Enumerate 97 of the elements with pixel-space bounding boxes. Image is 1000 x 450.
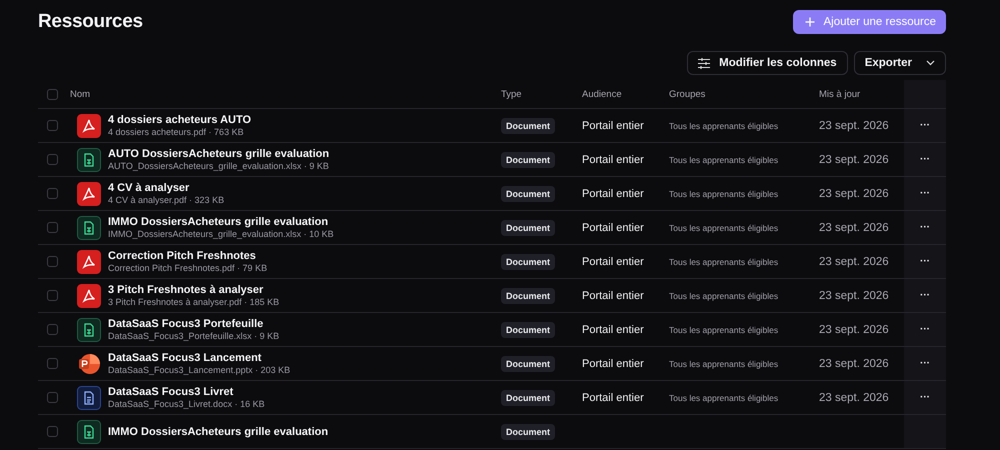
column-header: Nom <box>70 88 92 100</box>
row-checkbox[interactable] <box>47 120 58 131</box>
export-button[interactable]: Exporter <box>854 51 946 75</box>
file-details: Correction Pitch Freshnotes.pdf · 79 KB <box>108 263 268 273</box>
resource-title[interactable]: 4 CV à analyser <box>108 182 190 194</box>
row-checkbox[interactable] <box>47 154 58 165</box>
audience-text: Portail entier <box>582 290 645 302</box>
pdf-file-icon <box>77 284 101 308</box>
updated-date: 23 sept. 2026 <box>819 188 890 200</box>
file-details: 4 dossiers acheteurs.pdf · 763 KB <box>108 127 244 137</box>
column-header: Groupes <box>669 88 706 100</box>
groups-text: Tous les apprenants éligibles <box>669 256 780 266</box>
updated-date: 23 sept. 2026 <box>819 222 890 234</box>
audience-text: Portail entier <box>582 358 645 370</box>
resource-title[interactable]: IMMO DossiersAcheteurs grille evaluation <box>108 426 328 438</box>
more-actions-button[interactable]: ··· <box>918 392 932 403</box>
more-actions-button[interactable]: ··· <box>918 324 932 335</box>
type-tag: Document <box>501 186 556 202</box>
page-title: Ressources <box>38 11 143 33</box>
audience-text: Portail entier <box>582 188 645 200</box>
resource-title[interactable]: DataSaaS Focus3 Livret <box>108 386 234 398</box>
updated-date: 23 sept. 2026 <box>819 358 890 370</box>
updated-date: 23 sept. 2026 <box>819 120 890 132</box>
more-actions-button[interactable]: ··· <box>918 256 932 267</box>
audience-text: Portail entier <box>582 154 645 166</box>
resource-title[interactable]: AUTO DossiersAcheteurs grille evaluation <box>108 148 330 160</box>
edit-columns-button[interactable]: Modifier les colonnes <box>687 51 848 75</box>
presentation-file-icon <box>77 352 101 376</box>
file-details: 4 CV à analyser.pdf · 323 KB <box>108 195 224 205</box>
row-checkbox[interactable] <box>47 222 58 233</box>
column-header: Mis à jour <box>819 88 862 100</box>
pdf-file-icon <box>77 250 101 274</box>
groups-text: Tous les apprenants éligibles <box>669 222 780 232</box>
type-tag: Document <box>501 356 556 372</box>
pdf-file-icon <box>77 114 101 138</box>
resource-title[interactable]: IMMO DossiersAcheteurs grille evaluation <box>108 216 328 228</box>
updated-date: 23 sept. 2026 <box>819 256 890 268</box>
row-checkbox[interactable] <box>47 426 58 437</box>
more-actions-button[interactable]: ··· <box>918 120 932 131</box>
groups-text: Tous les apprenants éligibles <box>669 154 780 164</box>
type-tag: Document <box>501 152 556 168</box>
type-tag: Document <box>501 390 556 406</box>
resource-title[interactable]: DataSaaS Focus3 Lancement <box>108 352 262 364</box>
resource-title[interactable]: 3 Pitch Freshnotes à analyser <box>108 284 264 296</box>
more-actions-button[interactable]: ··· <box>918 290 932 301</box>
row-checkbox[interactable] <box>47 392 58 403</box>
resource-title[interactable]: DataSaaS Focus3 Portefeuille <box>108 318 264 330</box>
type-tag: Document <box>501 220 556 236</box>
file-details: AUTO_DossiersAcheteurs_grille_evaluation.xlsx · 9 KB <box>108 161 329 171</box>
type-tag: Document <box>501 322 556 338</box>
file-details: DataSaaS_Focus3_Livret.docx · 16 KB <box>108 399 265 409</box>
file-details: 3 Pitch Freshnotes à analyser.pdf · 185 KB <box>108 297 280 307</box>
plus-icon <box>805 17 816 27</box>
sliders-icon <box>698 58 710 68</box>
audience-text: Portail entier <box>582 256 645 268</box>
pdf-file-icon <box>77 182 101 206</box>
groups-text: Tous les apprenants éligibles <box>669 358 780 368</box>
updated-date: 23 sept. 2026 <box>819 324 890 336</box>
spreadsheet-file-icon <box>77 148 101 172</box>
type-tag: Document <box>501 288 556 304</box>
updated-date: 23 sept. 2026 <box>819 392 890 404</box>
more-actions-button[interactable]: ··· <box>918 358 932 369</box>
resource-title[interactable]: 4 dossiers acheteurs AUTO <box>108 114 252 126</box>
groups-text: Tous les apprenants éligibles <box>669 324 780 334</box>
audience-text: Portail entier <box>582 392 645 404</box>
chevron-down-icon <box>926 60 935 66</box>
resource-title[interactable]: Correction Pitch Freshnotes <box>108 250 256 262</box>
type-tag: Document <box>501 254 556 270</box>
type-tag: Document <box>501 118 556 134</box>
column-header: Type <box>501 88 523 100</box>
row-checkbox[interactable] <box>47 358 58 369</box>
audience-text: Portail entier <box>582 120 645 132</box>
file-details: IMMO_DossiersAcheteurs_grille_evaluation.xlsx · 10 KB <box>108 229 334 239</box>
more-actions-button[interactable]: ··· <box>918 188 932 199</box>
spreadsheet-file-icon <box>77 318 101 342</box>
updated-date: 23 sept. 2026 <box>819 154 890 166</box>
type-tag: Document <box>501 424 556 440</box>
file-details: DataSaaS_Focus3_Lancement.pptx · 203 KB <box>108 365 290 375</box>
audience-text: Portail entier <box>582 222 645 234</box>
document-file-icon <box>77 386 101 410</box>
audience-text: Portail entier <box>582 324 645 336</box>
groups-text: Tous les apprenants éligibles <box>669 392 780 402</box>
file-details: DataSaaS_Focus3_Portefeuille.xlsx · 9 KB <box>108 331 280 341</box>
row-checkbox[interactable] <box>47 256 58 267</box>
row-checkbox[interactable] <box>47 324 58 335</box>
spreadsheet-file-icon <box>77 420 101 444</box>
updated-date: 23 sept. 2026 <box>819 290 890 302</box>
groups-text: Tous les apprenants éligibles <box>669 188 780 198</box>
spreadsheet-file-icon <box>77 216 101 240</box>
more-actions-button[interactable]: ··· <box>918 154 932 165</box>
column-header: Audience <box>582 88 623 100</box>
groups-text: Tous les apprenants éligibles <box>669 120 780 130</box>
select-all-checkbox[interactable] <box>47 88 58 100</box>
row-checkbox[interactable] <box>47 188 58 199</box>
row-checkbox[interactable] <box>47 290 58 301</box>
more-actions-button[interactable]: ··· <box>918 222 932 233</box>
groups-text: Tous les apprenants éligibles <box>669 290 780 300</box>
